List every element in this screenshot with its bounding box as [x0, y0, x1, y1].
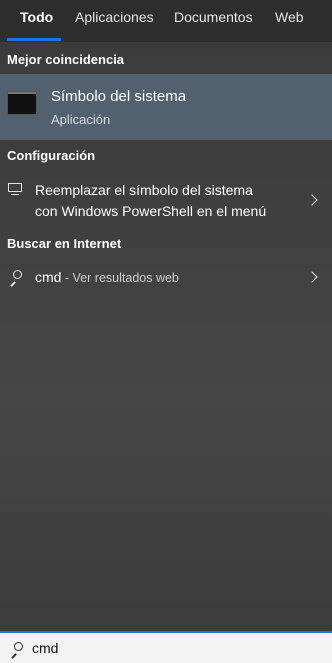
monitor-icon: [8, 183, 22, 195]
search-input[interactable]: [32, 637, 312, 659]
search-icon: [9, 270, 22, 287]
active-tab-indicator: [7, 38, 61, 41]
start-search-panel: Todo Aplicaciones Documentos Web Mejor c…: [0, 0, 332, 663]
tab-todo[interactable]: Todo: [20, 0, 53, 42]
search-icon: [10, 642, 23, 659]
best-match-subtitle: Aplicación: [51, 112, 111, 127]
search-box[interactable]: [0, 631, 332, 663]
web-search-text: cmd - Ver resultados web: [35, 269, 179, 285]
settings-item-line1: Reemplazar el símbolo del sistema: [35, 182, 253, 198]
best-match-heading: Mejor coincidencia: [7, 52, 125, 67]
tab-documentos[interactable]: Documentos: [174, 0, 253, 42]
tab-web[interactable]: Web: [275, 0, 304, 42]
terminal-icon: [7, 91, 37, 115]
settings-item-label: Reemplazar el símbolo del sistema con Wi…: [35, 180, 310, 222]
settings-item-replace-cmd[interactable]: Reemplazar el símbolo del sistema con Wi…: [0, 172, 332, 228]
search-tabs: Todo Aplicaciones Documentos Web: [0, 0, 332, 42]
tab-aplicaciones[interactable]: Aplicaciones: [75, 0, 154, 42]
chevron-right-icon[interactable]: [306, 271, 318, 283]
settings-heading: Configuración: [7, 148, 96, 163]
web-search-hint: - Ver resultados web: [61, 271, 179, 285]
web-search-heading: Buscar en Internet: [7, 236, 122, 251]
best-match-title: Símbolo del sistema: [51, 88, 187, 105]
web-search-query: cmd: [35, 269, 62, 285]
web-search-item[interactable]: cmd - Ver resultados web: [0, 262, 332, 294]
settings-item-line2: con Windows PowerShell en el menú: [35, 203, 267, 219]
best-match-item[interactable]: Símbolo del sistema Aplicación: [0, 74, 332, 140]
